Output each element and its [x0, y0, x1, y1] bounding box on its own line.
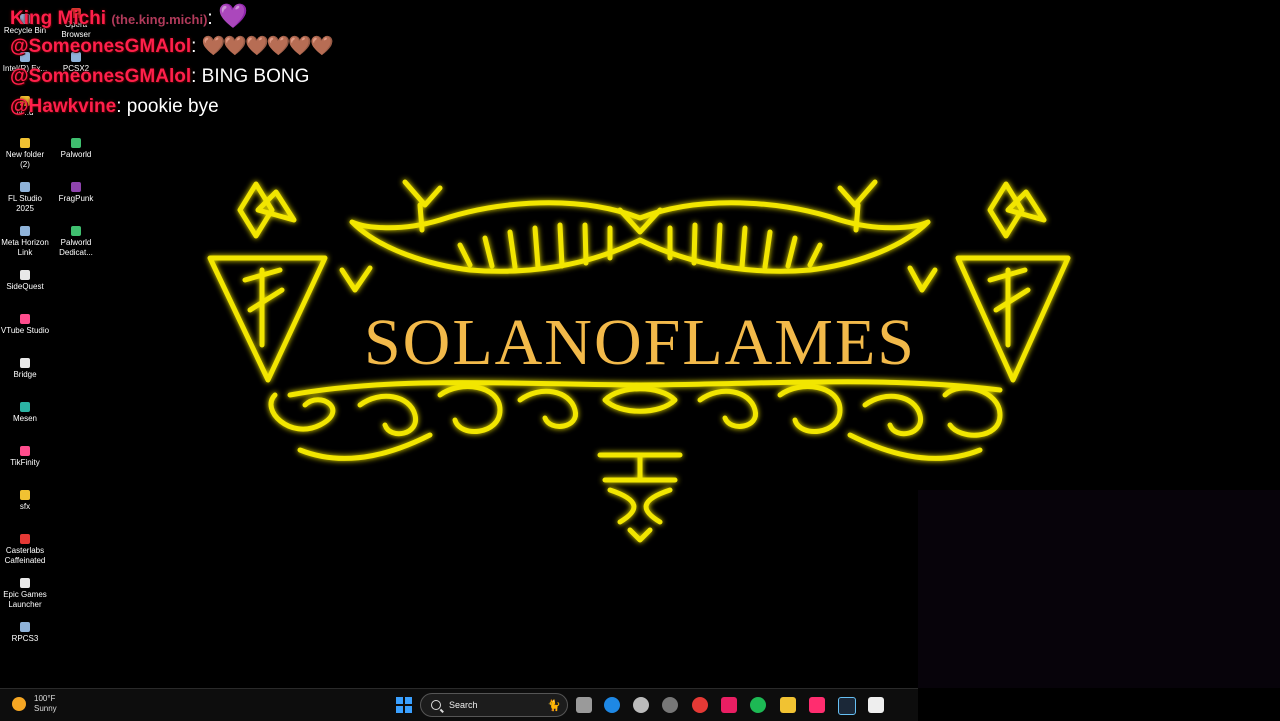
icon-label: FragPunk — [58, 194, 94, 203]
flourish-ornament — [268, 379, 1003, 543]
meta-icon — [20, 226, 30, 236]
chat-username: King Michi — [10, 8, 107, 29]
search-icon — [431, 700, 441, 710]
edge-icon[interactable] — [604, 697, 620, 713]
chevron-ornament — [907, 265, 938, 293]
icon-label: Meta Horizon Link — [1, 238, 49, 257]
chat-message: King Michi (the.king.michi): 💜 — [10, 3, 248, 30]
rpcs3-icon — [20, 622, 30, 632]
taskbar: 100°F Sunny Search 🐈 — [0, 688, 918, 721]
icon-label: Epic Games Launcher — [3, 590, 47, 609]
task-view-icon[interactable] — [576, 697, 592, 713]
chevron-ornament — [339, 265, 373, 293]
obs-icon[interactable] — [662, 697, 678, 713]
folder-icon — [20, 490, 30, 500]
chat-message: @Hawkvine: pookie bye — [10, 96, 219, 117]
desktop-icon-fl-studio[interactable]: FL Studio 2025 — [0, 182, 50, 214]
icon-label: Bridge — [13, 370, 37, 379]
vtube-icon — [20, 314, 30, 324]
palworld-icon — [71, 138, 81, 148]
search-label: Search — [449, 700, 478, 710]
desktop-icon-new-folder[interactable]: New folder (2) — [0, 138, 50, 170]
icon-label: RPCS3 — [11, 634, 39, 643]
chat-username: @Hawkvine — [10, 96, 117, 117]
desktop-icon-palworld-dedicated[interactable]: Palworld Dedicat... — [51, 226, 101, 258]
speedometer-icon[interactable] — [633, 697, 649, 713]
desktop-icon-mesen[interactable]: Mesen — [0, 402, 50, 424]
desktop-icon-epic-games[interactable]: Epic Games Launcher — [0, 578, 50, 610]
desktop-icon-tikfinity[interactable]: TikFinity — [0, 446, 50, 468]
chat-username: @SomeonesGMAlol — [10, 36, 192, 57]
right-emblem — [955, 181, 1071, 383]
search-highlight-icon: 🐈 — [547, 699, 561, 712]
desktop-icon-palworld[interactable]: Palworld — [51, 138, 101, 160]
chat-overlay: King Michi (the.king.michi): 💜 @Someones… — [10, 2, 334, 122]
chat-text: 💜 — [217, 3, 248, 30]
desktop-icon-vtube-studio[interactable]: VTube Studio — [0, 314, 50, 336]
sun-icon — [12, 697, 26, 711]
chat-username: @SomeonesGMAlol — [10, 66, 192, 87]
bridge-icon — [20, 358, 30, 368]
sidequest-icon — [20, 270, 30, 280]
desktop-icon-sidequest[interactable]: SideQuest — [0, 270, 50, 292]
desktop-icon-meta-horizon[interactable]: Meta Horizon Link — [0, 226, 50, 258]
desktop-icon-casterlabs[interactable]: Casterlabs Caffeinated — [0, 534, 50, 566]
logo-title: SOLANOFLAMES — [363, 306, 917, 379]
fragpunk-icon — [71, 182, 81, 192]
icon-label: Casterlabs Caffeinated — [4, 546, 46, 565]
casterlabs-icon[interactable] — [692, 697, 708, 713]
icon-label: TikFinity — [10, 458, 40, 467]
tiktok-icon[interactable] — [809, 697, 825, 713]
steam-icon[interactable] — [838, 697, 856, 715]
chat-handle: (the.king.michi) — [111, 12, 208, 27]
casterlabs-icon — [20, 534, 30, 544]
chat-text: 🤎🤎🤎🤎🤎🤎 — [201, 36, 334, 57]
windows-start-icon[interactable] — [396, 697, 412, 713]
folder-icon — [20, 138, 30, 148]
mesen-icon — [20, 402, 30, 412]
icon-label: FL Studio 2025 — [8, 194, 42, 213]
desktop-icon-bridge[interactable]: Bridge — [0, 358, 50, 380]
epic-icon — [20, 578, 30, 588]
desktop: Recycle Bin Opera Browser Intel(R) Ex...… — [0, 0, 1280, 688]
taskbar-search-input[interactable]: Search 🐈 — [420, 693, 568, 717]
chat-message: @SomeonesGMAlol: 🤎🤎🤎🤎🤎🤎 — [10, 36, 334, 57]
fl-studio-icon — [20, 182, 30, 192]
icon-label: sfx — [19, 502, 31, 511]
chat-text: BING BONG — [201, 66, 310, 87]
weather-temperature: 100°F — [34, 694, 56, 703]
icon-label: Palworld — [60, 150, 92, 159]
wallpaper-logo: SOLANOFLAMES — [200, 170, 1080, 550]
desktop-icon-fragpunk[interactable]: FragPunk — [51, 182, 101, 204]
palworld-icon — [71, 226, 81, 236]
left-emblem — [207, 181, 328, 383]
icon-label: VTube Studio — [0, 326, 50, 335]
icon-label: Mesen — [12, 414, 37, 423]
weather-description: Sunny — [34, 704, 57, 713]
tikfinity-icon[interactable] — [721, 697, 737, 713]
wings — [349, 200, 931, 274]
icon-label: SideQuest — [6, 282, 44, 291]
spotify-icon[interactable] — [750, 697, 766, 713]
chat-text: pookie bye — [126, 96, 219, 117]
icon-label: New folder (2) — [5, 150, 45, 169]
desktop-icon-rpcs3[interactable]: RPCS3 — [0, 622, 50, 644]
file-explorer-icon[interactable] — [780, 697, 796, 713]
tikfinity-icon — [20, 446, 30, 456]
icon-label: Palworld Dedicat... — [59, 238, 93, 257]
desktop-icon-sfx[interactable]: sfx — [0, 490, 50, 512]
weather-widget[interactable]: 100°F Sunny — [12, 694, 57, 714]
terminal-icon[interactable] — [868, 697, 884, 713]
chat-message: @SomeonesGMAlol: BING BONG — [10, 66, 310, 87]
